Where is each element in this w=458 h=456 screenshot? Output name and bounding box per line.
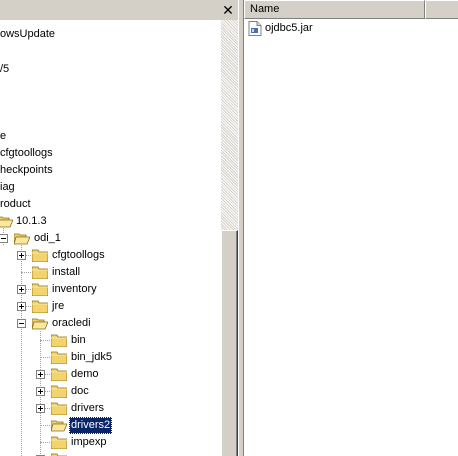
column-header-name[interactable]: Name [244,0,425,19]
tree-item-label: /5 [0,63,10,75]
jar-file-icon [248,21,262,36]
tree-item-label: doc [71,385,89,397]
tree-item-label: roduct [0,198,31,210]
folder-icon [32,300,48,313]
column-header-next[interactable] [425,0,458,19]
folder-icon [51,402,67,415]
close-icon[interactable]: ✕ [222,3,234,17]
folder-icon [51,436,67,449]
folder-icon [51,385,67,398]
tree-item-label: impexp [71,436,107,448]
tree-item-label: install [52,266,81,278]
folder-open-icon [51,420,67,432]
folder-tree-pane: ✕ owsUpdate /5 e cfgtoollogs heckpoints … [0,0,238,456]
folder-open-icon [14,233,30,245]
tree-item-label: inventory [52,283,97,295]
tree-item-label: owsUpdate [0,28,56,40]
folder-tree: owsUpdate /5 e cfgtoollogs heckpoints ia… [0,20,221,456]
expand-icon[interactable] [17,302,26,311]
tree-item-label: 10.1.3 [16,215,47,227]
tree-item-label: bin [71,334,86,346]
folder-icon [32,266,48,279]
tree-item-label: cfgtoollogs [0,147,53,159]
expand-icon[interactable] [36,370,45,379]
folder-icon [51,368,67,381]
tree-item-label: odi_1 [34,232,61,244]
expand-icon[interactable] [17,251,26,260]
tree-item-label: heckpoints [0,164,53,176]
tree-vertical-scrollbar[interactable] [221,20,238,456]
tree-item-label: jre [52,300,65,312]
file-name: ojdbc5.jar [265,22,313,34]
folders-panel-header: ✕ [0,0,238,21]
tree-item-label: e [0,130,7,142]
collapse-icon[interactable] [17,319,26,328]
expand-icon[interactable] [36,387,45,396]
tree-item-label: iag [0,181,15,193]
folder-open-icon [0,216,13,228]
tree-item-label: demo [71,368,99,380]
tree-item-label: oracledi [52,317,91,329]
expand-icon[interactable] [17,285,26,294]
folder-icon [32,283,48,296]
scrollbar-thumb[interactable] [221,230,238,456]
collapse-icon[interactable] [0,234,8,243]
folder-open-icon [32,318,48,330]
file-list-header: Name [244,0,458,19]
folder-icon [32,249,48,262]
file-list-pane: Name ojdbc5.jar [243,0,458,456]
tree-item-label: cfgtoollogs [52,249,105,261]
column-header-label: Name [250,3,280,15]
tree-item-label-selected: drivers2 [69,417,113,434]
folder-icon [51,351,67,364]
tree-item-label: drivers [71,402,105,414]
expand-icon[interactable] [36,404,45,413]
folder-icon [51,334,67,347]
tree-item-label: bin_jdk5 [71,351,112,363]
